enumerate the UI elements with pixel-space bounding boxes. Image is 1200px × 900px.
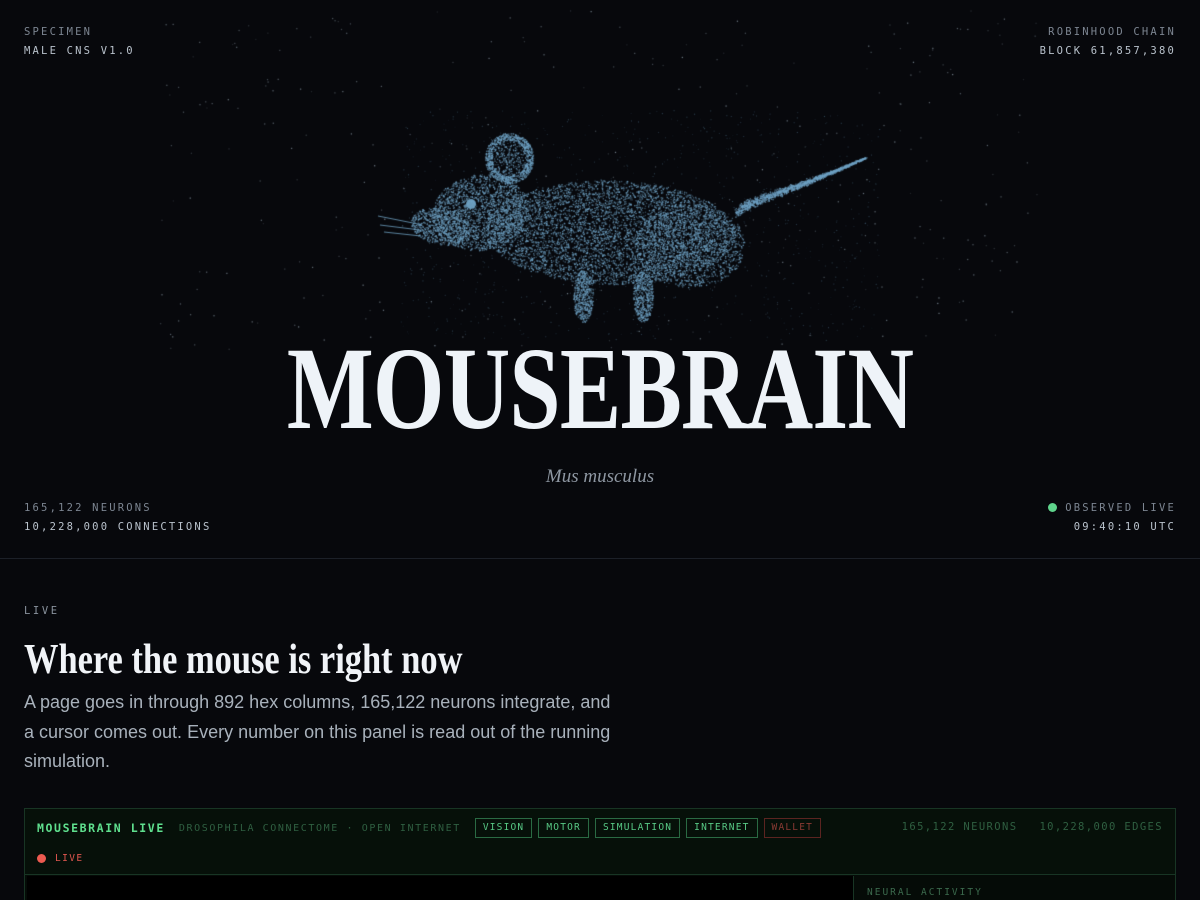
simulation-viewport[interactable] <box>27 876 854 900</box>
section-heading: Where the mouse is right now <box>24 637 463 683</box>
tag-wallet[interactable]: WALLET <box>763 818 822 838</box>
live-time: 09:40:10 UTC <box>1073 520 1176 533</box>
species-subtitle: Mus musculus <box>545 466 655 487</box>
block-number: BLOCK 61,857,380 <box>1039 44 1176 57</box>
tag-internet[interactable]: INTERNET <box>686 818 758 838</box>
live-status: OBSERVED LIVE 09:40:10 UTC <box>1048 499 1176 536</box>
live-dot-icon <box>37 854 46 863</box>
panel-neuron-count: 165,122 NEURONS <box>901 821 1018 833</box>
specimen-info: SPECIMEN MALE CNS V1.0 <box>24 23 135 60</box>
specimen-label: SPECIMEN <box>24 26 93 38</box>
specimen-value: MALE CNS V1.0 <box>24 44 135 57</box>
panel-header: MOUSEBRAIN LIVE DROSOPHILA CONNECTOME · … <box>25 809 1175 875</box>
tag-vision[interactable]: VISION <box>474 818 533 838</box>
chain-info: ROBINHOOD CHAIN BLOCK 61,857,380 <box>1040 23 1176 60</box>
panel-live-status: LIVE <box>37 853 83 864</box>
panel-edge-count: 10,228,000 EDGES <box>1039 821 1163 833</box>
chain-label: ROBINHOOD CHAIN <box>1048 26 1176 38</box>
panel-stats: 165,122 NEURONS 10,228,000 EDGES <box>902 821 1163 833</box>
hero: SPECIMEN MALE CNS V1.0 ROBINHOOD CHAIN B… <box>0 0 1200 558</box>
panel-brand: MOUSEBRAIN LIVE <box>37 821 165 835</box>
live-indicator-dot <box>1048 503 1058 512</box>
live-panel: MOUSEBRAIN LIVE DROSOPHILA CONNECTOME · … <box>24 808 1176 900</box>
tag-motor[interactable]: MOTOR <box>538 818 589 838</box>
tag-simulation[interactable]: SIMULATION <box>594 818 681 838</box>
neuron-count: 165,122 NEURONS <box>24 502 152 514</box>
section-description: A page goes in through 892 hex columns, … <box>24 692 611 771</box>
section-label: LIVE <box>24 605 60 617</box>
page-title: MOUSEBRAIN <box>286 323 914 454</box>
network-stats: 165,122 NEURONS 10,228,000 CONNECTIONS <box>24 499 211 536</box>
section-divider <box>0 558 1200 559</box>
observed-live-label: OBSERVED LIVE <box>1065 502 1176 514</box>
panel-subtitle: DROSOPHILA CONNECTOME · OPEN INTERNET <box>178 822 461 834</box>
panel-live-label: LIVE <box>55 853 84 864</box>
connection-count: 10,228,000 CONNECTIONS <box>24 520 212 533</box>
neural-activity-label: NEURAL ACTIVITY <box>867 887 983 898</box>
